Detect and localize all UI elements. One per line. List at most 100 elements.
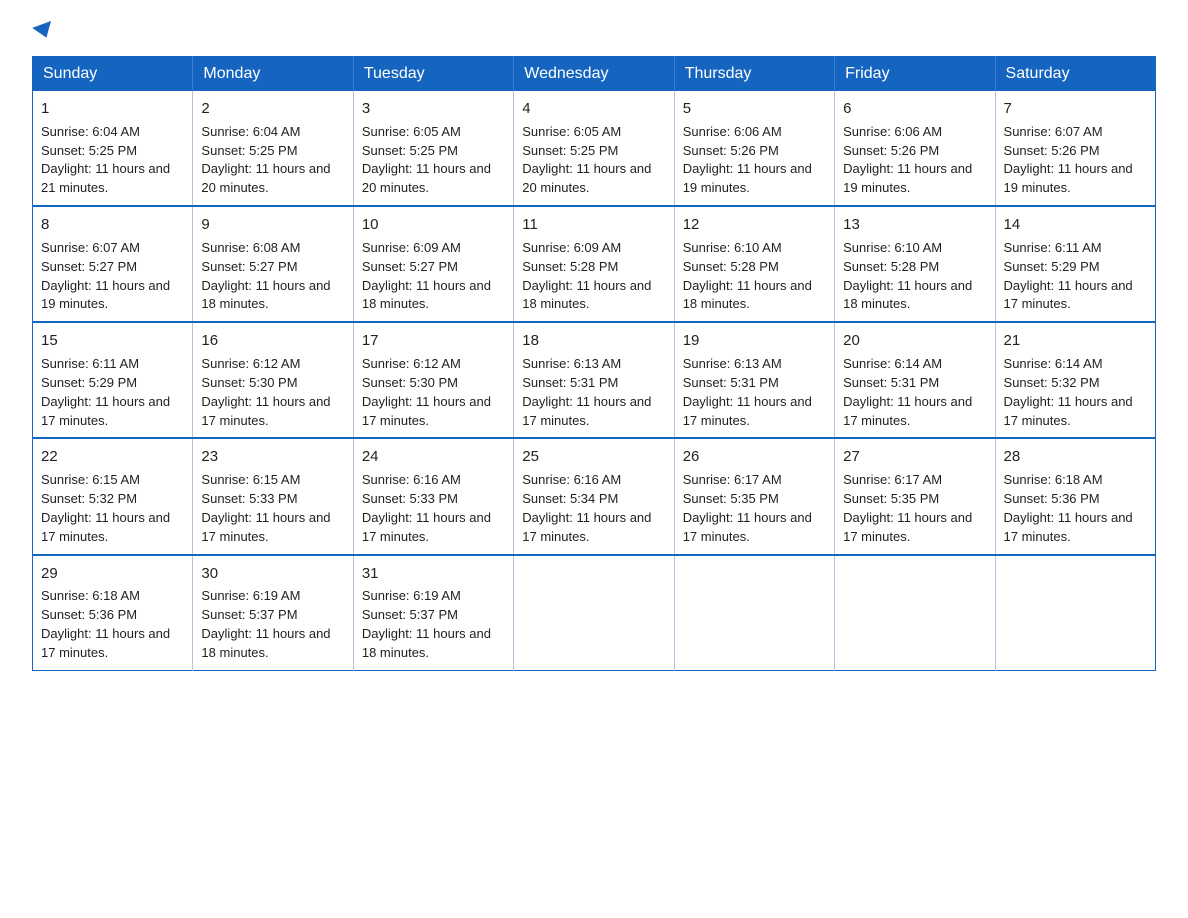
day-info: Sunrise: 6:11 AMSunset: 5:29 PMDaylight:… [41,356,170,428]
logo-triangle-icon [32,21,56,41]
day-info: Sunrise: 6:16 AMSunset: 5:34 PMDaylight:… [522,472,651,544]
column-header-wednesday: Wednesday [514,57,674,92]
day-number: 2 [201,98,344,120]
day-number: 18 [522,330,665,352]
calendar-cell [995,555,1155,671]
day-number: 11 [522,214,665,236]
calendar-cell: 2 Sunrise: 6:04 AMSunset: 5:25 PMDaylight… [193,91,353,206]
calendar-cell: 4 Sunrise: 6:05 AMSunset: 5:25 PMDaylight… [514,91,674,206]
calendar-header-row: SundayMondayTuesdayWednesdayThursdayFrid… [33,57,1156,92]
calendar-cell: 8 Sunrise: 6:07 AMSunset: 5:27 PMDaylight… [33,206,193,322]
day-info: Sunrise: 6:08 AMSunset: 5:27 PMDaylight:… [201,240,330,312]
day-info: Sunrise: 6:14 AMSunset: 5:32 PMDaylight:… [1004,356,1133,428]
day-info: Sunrise: 6:04 AMSunset: 5:25 PMDaylight:… [201,124,330,196]
day-info: Sunrise: 6:19 AMSunset: 5:37 PMDaylight:… [201,588,330,660]
calendar-cell: 31Sunrise: 6:19 AMSunset: 5:37 PMDayligh… [353,555,513,671]
day-info: Sunrise: 6:18 AMSunset: 5:36 PMDaylight:… [1004,472,1133,544]
calendar-week-row: 22 Sunrise: 6:15 AMSunset: 5:32 PMDayligh… [33,438,1156,554]
day-number: 30 [201,563,344,585]
day-number: 24 [362,446,505,468]
day-number: 7 [1004,98,1147,120]
day-info: Sunrise: 6:07 AMSunset: 5:26 PMDaylight:… [1004,124,1133,196]
calendar-cell [514,555,674,671]
day-number: 19 [683,330,826,352]
day-number: 22 [41,446,184,468]
calendar-cell: 10Sunrise: 6:09 AMSunset: 5:27 PMDayligh… [353,206,513,322]
day-number: 31 [362,563,505,585]
calendar-cell: 1 Sunrise: 6:04 AMSunset: 5:25 PMDaylight… [33,91,193,206]
column-header-monday: Monday [193,57,353,92]
day-number: 1 [41,98,184,120]
day-info: Sunrise: 6:16 AMSunset: 5:33 PMDaylight:… [362,472,491,544]
logo [32,24,54,38]
calendar-week-row: 29 Sunrise: 6:18 AMSunset: 5:36 PMDayligh… [33,555,1156,671]
day-info: Sunrise: 6:17 AMSunset: 5:35 PMDaylight:… [843,472,972,544]
day-number: 12 [683,214,826,236]
calendar-cell [674,555,834,671]
day-info: Sunrise: 6:12 AMSunset: 5:30 PMDaylight:… [362,356,491,428]
day-number: 5 [683,98,826,120]
day-info: Sunrise: 6:15 AMSunset: 5:33 PMDaylight:… [201,472,330,544]
calendar-cell [835,555,995,671]
calendar-cell: 23 Sunrise: 6:15 AMSunset: 5:33 PMDayligh… [193,438,353,554]
calendar-week-row: 1 Sunrise: 6:04 AMSunset: 5:25 PMDaylight… [33,91,1156,206]
calendar-cell: 26Sunrise: 6:17 AMSunset: 5:35 PMDayligh… [674,438,834,554]
calendar-cell: 15 Sunrise: 6:11 AMSunset: 5:29 PMDayligh… [33,322,193,438]
day-info: Sunrise: 6:04 AMSunset: 5:25 PMDaylight:… [41,124,170,196]
day-info: Sunrise: 6:17 AMSunset: 5:35 PMDaylight:… [683,472,812,544]
calendar-week-row: 15 Sunrise: 6:11 AMSunset: 5:29 PMDayligh… [33,322,1156,438]
calendar-cell: 16Sunrise: 6:12 AMSunset: 5:30 PMDayligh… [193,322,353,438]
calendar-cell: 24 Sunrise: 6:16 AMSunset: 5:33 PMDayligh… [353,438,513,554]
day-info: Sunrise: 6:13 AMSunset: 5:31 PMDaylight:… [683,356,812,428]
day-info: Sunrise: 6:10 AMSunset: 5:28 PMDaylight:… [843,240,972,312]
day-number: 25 [522,446,665,468]
calendar-cell: 19 Sunrise: 6:13 AMSunset: 5:31 PMDayligh… [674,322,834,438]
calendar-week-row: 8 Sunrise: 6:07 AMSunset: 5:27 PMDaylight… [33,206,1156,322]
calendar-cell: 20 Sunrise: 6:14 AMSunset: 5:31 PMDayligh… [835,322,995,438]
day-number: 14 [1004,214,1147,236]
calendar-cell: 3 Sunrise: 6:05 AMSunset: 5:25 PMDaylight… [353,91,513,206]
day-info: Sunrise: 6:15 AMSunset: 5:32 PMDaylight:… [41,472,170,544]
day-number: 27 [843,446,986,468]
column-header-sunday: Sunday [33,57,193,92]
day-number: 3 [362,98,505,120]
day-info: Sunrise: 6:10 AMSunset: 5:28 PMDaylight:… [683,240,812,312]
calendar-cell: 30 Sunrise: 6:19 AMSunset: 5:37 PMDayligh… [193,555,353,671]
calendar-cell: 22 Sunrise: 6:15 AMSunset: 5:32 PMDayligh… [33,438,193,554]
calendar-cell: 5 Sunrise: 6:06 AMSunset: 5:26 PMDaylight… [674,91,834,206]
calendar-cell: 29 Sunrise: 6:18 AMSunset: 5:36 PMDayligh… [33,555,193,671]
day-info: Sunrise: 6:05 AMSunset: 5:25 PMDaylight:… [362,124,491,196]
day-info: Sunrise: 6:12 AMSunset: 5:30 PMDaylight:… [201,356,330,428]
day-number: 15 [41,330,184,352]
day-info: Sunrise: 6:07 AMSunset: 5:27 PMDaylight:… [41,240,170,312]
day-number: 21 [1004,330,1147,352]
calendar-cell: 7 Sunrise: 6:07 AMSunset: 5:26 PMDaylight… [995,91,1155,206]
day-info: Sunrise: 6:05 AMSunset: 5:25 PMDaylight:… [522,124,651,196]
calendar-cell: 17 Sunrise: 6:12 AMSunset: 5:30 PMDayligh… [353,322,513,438]
column-header-friday: Friday [835,57,995,92]
day-info: Sunrise: 6:13 AMSunset: 5:31 PMDaylight:… [522,356,651,428]
day-info: Sunrise: 6:09 AMSunset: 5:27 PMDaylight:… [362,240,491,312]
day-number: 4 [522,98,665,120]
day-number: 6 [843,98,986,120]
calendar-cell: 14 Sunrise: 6:11 AMSunset: 5:29 PMDayligh… [995,206,1155,322]
day-info: Sunrise: 6:06 AMSunset: 5:26 PMDaylight:… [683,124,812,196]
day-number: 23 [201,446,344,468]
day-info: Sunrise: 6:11 AMSunset: 5:29 PMDaylight:… [1004,240,1133,312]
calendar-cell: 9Sunrise: 6:08 AMSunset: 5:27 PMDaylight… [193,206,353,322]
column-header-tuesday: Tuesday [353,57,513,92]
day-number: 8 [41,214,184,236]
column-header-thursday: Thursday [674,57,834,92]
column-header-saturday: Saturday [995,57,1155,92]
calendar-table: SundayMondayTuesdayWednesdayThursdayFrid… [32,56,1156,671]
day-info: Sunrise: 6:18 AMSunset: 5:36 PMDaylight:… [41,588,170,660]
calendar-cell: 25 Sunrise: 6:16 AMSunset: 5:34 PMDayligh… [514,438,674,554]
day-number: 17 [362,330,505,352]
day-number: 29 [41,563,184,585]
calendar-cell: 28Sunrise: 6:18 AMSunset: 5:36 PMDayligh… [995,438,1155,554]
day-info: Sunrise: 6:09 AMSunset: 5:28 PMDaylight:… [522,240,651,312]
calendar-cell: 12 Sunrise: 6:10 AMSunset: 5:28 PMDayligh… [674,206,834,322]
calendar-cell: 27 Sunrise: 6:17 AMSunset: 5:35 PMDayligh… [835,438,995,554]
day-number: 20 [843,330,986,352]
day-info: Sunrise: 6:14 AMSunset: 5:31 PMDaylight:… [843,356,972,428]
